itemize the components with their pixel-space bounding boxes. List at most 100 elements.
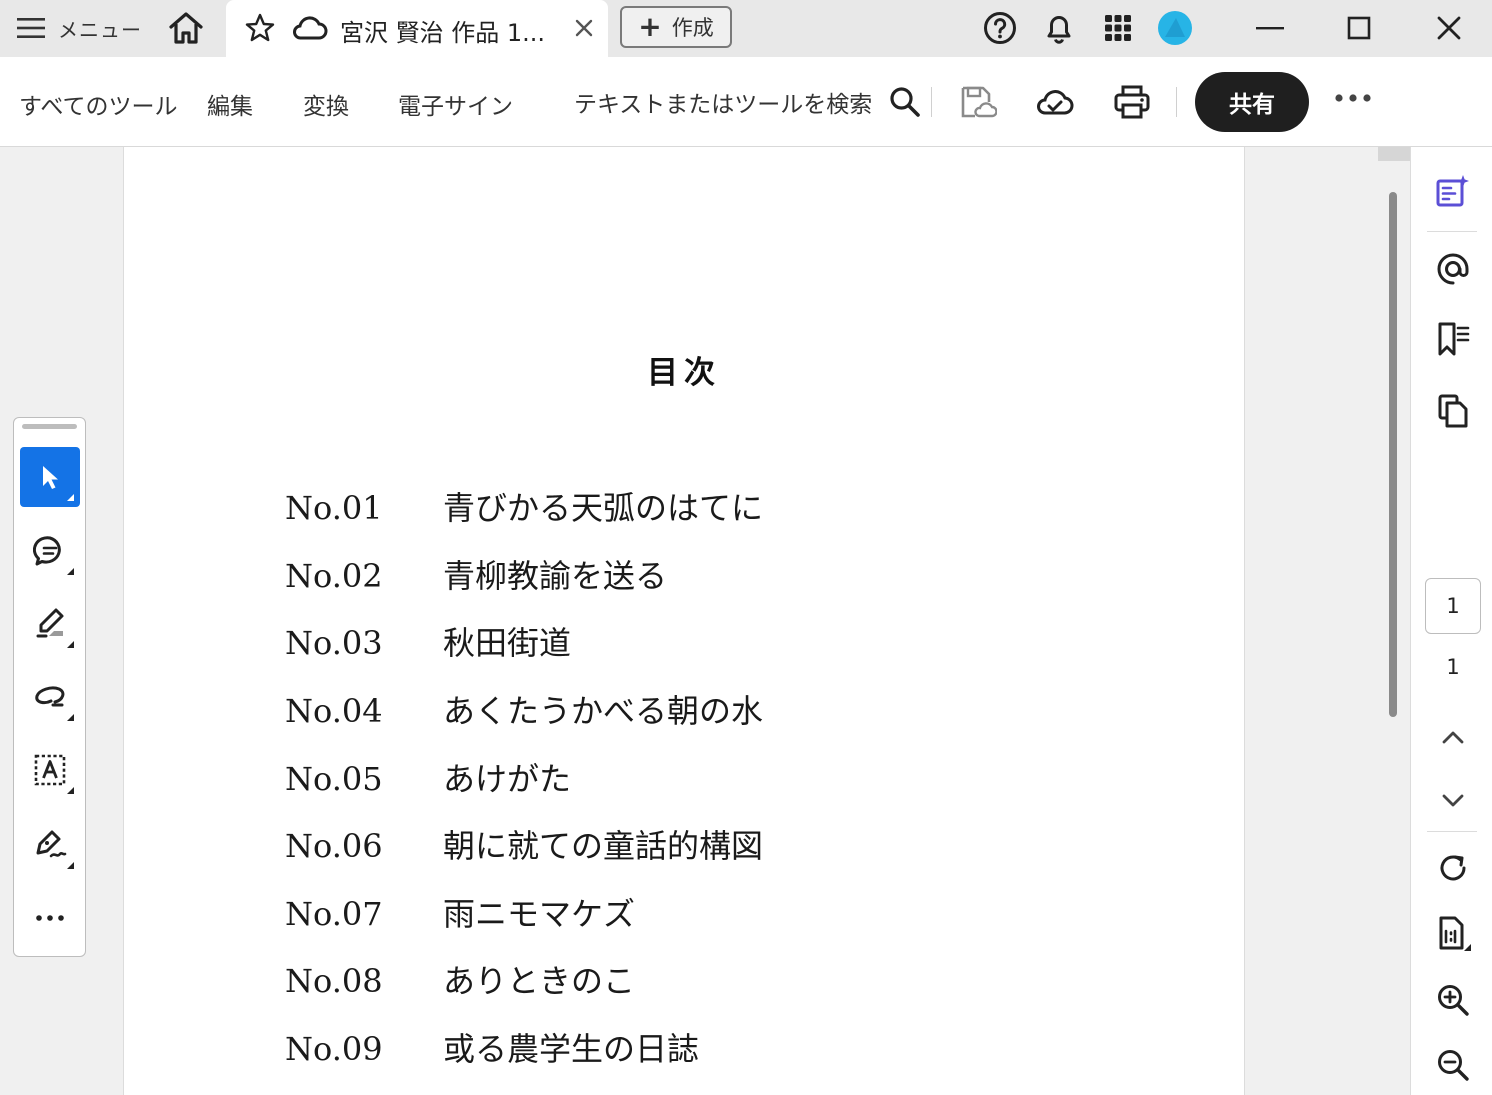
entry-title: 或る農学生の日誌: [443, 1030, 700, 1068]
search-icon[interactable]: [888, 85, 922, 119]
comment-icon: [33, 536, 61, 566]
submenu-indicator: [67, 714, 74, 721]
entry-number: No.05: [285, 760, 383, 798]
highlighter-icon: [36, 608, 64, 638]
select-tool[interactable]: [20, 447, 80, 507]
toolbar-separator: [1176, 87, 1177, 117]
pages-copy-icon[interactable]: [1435, 393, 1471, 429]
current-page-input[interactable]: 1: [1425, 578, 1481, 634]
search-placeholder: テキストまたはツールを検索: [574, 92, 873, 118]
rotate-icon[interactable]: [1435, 850, 1471, 886]
toc-entry[interactable]: No.02 青柳教諭を送る: [285, 551, 667, 597]
add-comment-tool[interactable]: [20, 521, 80, 581]
cursor-arrow-icon: [43, 466, 58, 489]
signature-pen-icon: [36, 830, 67, 858]
entry-number: No.09: [285, 1030, 383, 1068]
drag-handle[interactable]: [22, 424, 77, 429]
hamburger-icon: [17, 18, 45, 38]
menu-label: メニュー: [58, 17, 142, 42]
main-toolbar: すべてのツール 編集 変換 電子サイン テキストまたはツールを検索 共有: [0, 57, 1492, 147]
nav-convert[interactable]: 変換: [303, 87, 349, 121]
nav-all-tools[interactable]: すべてのツール: [19, 87, 177, 121]
more-dots-icon: [36, 915, 64, 921]
quick-tools-bar: [13, 417, 86, 957]
text-box-tool[interactable]: [20, 740, 80, 800]
toc-entry[interactable]: No.08 ありときのこ: [285, 956, 635, 1002]
submenu-indicator: [67, 862, 74, 869]
entry-title: あくたうかべる朝の水: [443, 692, 764, 730]
more-tools-button[interactable]: [20, 888, 80, 948]
zoom-out-icon[interactable]: [1435, 1047, 1471, 1083]
entry-title: 朝に就ての童話的構図: [443, 827, 764, 865]
submenu-indicator: [67, 641, 74, 648]
toc-entry[interactable]: No.05 あけがた: [285, 754, 571, 800]
entry-number: No.02: [285, 557, 383, 595]
apps-grid-icon[interactable]: [1100, 10, 1136, 46]
submenu-indicator: [67, 787, 74, 794]
entry-title: 雨ニモマケズ: [443, 895, 636, 933]
home-button[interactable]: [166, 10, 206, 46]
entry-title: 秋田街道: [443, 624, 572, 662]
save-to-cloud-icon[interactable]: [957, 82, 997, 122]
entry-number: No.07: [285, 895, 383, 933]
entry-number: No.01: [285, 489, 383, 527]
panel-divider: [1427, 231, 1477, 232]
chevron-up-icon[interactable]: [1435, 720, 1471, 756]
zoom-in-icon[interactable]: [1435, 982, 1471, 1018]
toolbar-separator: [931, 87, 932, 117]
menu-button[interactable]: メニュー: [16, 12, 142, 44]
avatar-icon[interactable]: [1157, 10, 1193, 46]
print-icon[interactable]: [1112, 82, 1152, 122]
window-close-icon[interactable]: [1431, 10, 1467, 46]
entry-title: 青びかる天弧のはてに: [443, 489, 764, 527]
bookmark-icon[interactable]: [1435, 321, 1471, 357]
ai-assistant-icon[interactable]: [1435, 174, 1471, 210]
close-tab-icon[interactable]: [572, 16, 596, 40]
scrollbar-top: [1378, 147, 1410, 161]
document-tab[interactable]: 宮沢 賢治 作品 1...: [226, 0, 608, 57]
submenu-indicator: [67, 568, 74, 575]
entry-title: ありときのこ: [443, 962, 636, 1000]
maximize-icon[interactable]: [1341, 10, 1377, 46]
entry-number: No.04: [285, 692, 383, 730]
share-button[interactable]: 共有: [1195, 72, 1309, 132]
bell-icon[interactable]: [1041, 10, 1077, 46]
freehand-draw-icon: [35, 686, 65, 707]
nav-edit[interactable]: 編集: [207, 87, 253, 121]
toc-entry[interactable]: No.04 あくたうかべる朝の水: [285, 686, 763, 732]
toc-entry[interactable]: No.03 秋田街道: [285, 618, 571, 664]
scrollbar-thumb[interactable]: [1389, 192, 1397, 717]
more-options-icon[interactable]: [1334, 91, 1372, 105]
entry-number: No.06: [285, 827, 383, 865]
submenu-indicator: [67, 494, 74, 501]
minimize-icon[interactable]: [1252, 10, 1288, 46]
plus-icon: +: [638, 10, 662, 43]
pdf-page[interactable]: 目次 No.01 青びかる天弧のはてに No.02 青柳教諭を送る No.03 秋田街…: [123, 147, 1245, 1095]
comment-mention-icon[interactable]: [1435, 251, 1471, 287]
panel-divider: [1427, 831, 1477, 832]
tool-search[interactable]: テキストまたはツールを検索: [574, 85, 922, 119]
toc-entry[interactable]: No.01 青びかる天弧のはてに: [285, 483, 763, 529]
title-bar: メニュー 宮沢 賢治 作品 1... + 作成: [0, 0, 1492, 57]
help-icon[interactable]: [982, 10, 1018, 46]
vertical-scrollbar[interactable]: [1378, 147, 1410, 1095]
chevron-down-icon[interactable]: [1435, 782, 1471, 818]
star-icon[interactable]: [244, 12, 276, 44]
cloud-sync-icon[interactable]: [1035, 82, 1075, 122]
sign-tool[interactable]: [20, 815, 80, 875]
nav-e-sign[interactable]: 電子サイン: [398, 87, 513, 121]
entry-number: No.08: [285, 962, 383, 1000]
right-panel: 1 1: [1410, 147, 1492, 1095]
highlight-tool[interactable]: [20, 594, 80, 654]
toc-entry[interactable]: No.07 雨ニモマケズ: [285, 889, 635, 935]
create-button[interactable]: + 作成: [620, 6, 732, 48]
entry-title: 青柳教諭を送る: [443, 557, 668, 595]
total-pages: 1: [1446, 655, 1460, 679]
draw-tool[interactable]: [20, 667, 80, 727]
entry-title: あけがた: [443, 760, 572, 798]
actual-size-icon[interactable]: [1435, 915, 1471, 951]
create-label: 作成: [671, 16, 714, 40]
toc-entry[interactable]: No.09 或る農学生の日誌: [285, 1024, 699, 1070]
text-box-icon: [34, 754, 66, 786]
toc-entry[interactable]: No.06 朝に就ての童話的構図: [285, 821, 763, 867]
